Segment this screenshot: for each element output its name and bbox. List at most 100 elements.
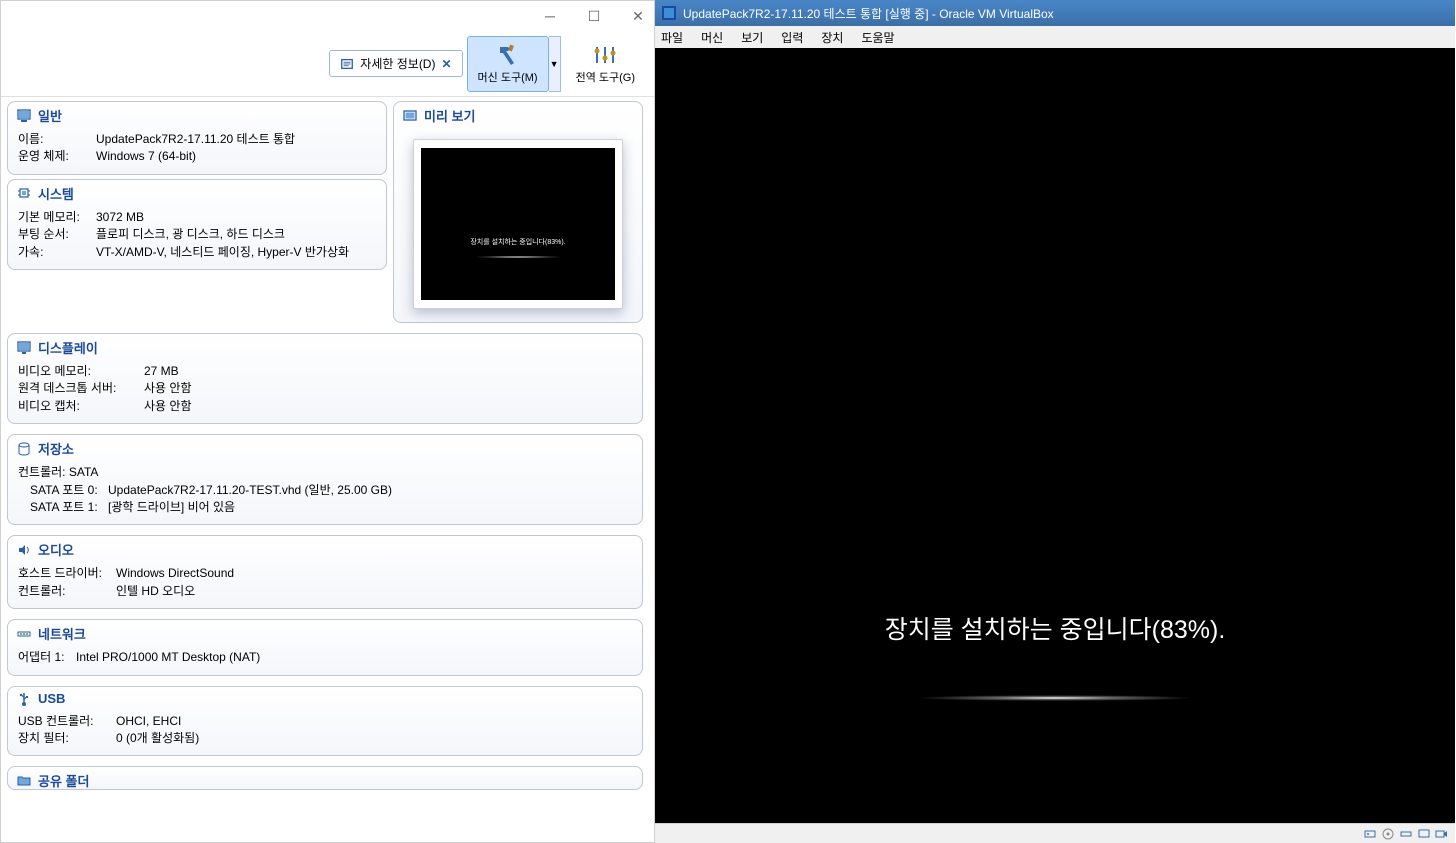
preview-glow: [473, 256, 563, 258]
computer-icon: [16, 108, 32, 124]
section-audio-header[interactable]: 오디오: [8, 536, 642, 563]
global-tools-button[interactable]: 전역 도구(G): [565, 36, 646, 92]
section-storage-header[interactable]: 저장소: [8, 435, 642, 462]
rdp-label: 원격 데스크톱 서버:: [18, 380, 144, 397]
section-usb: USB USB 컨트롤러:OHCI, EHCI 장치 필터:0 (0개 활성화됨…: [7, 686, 643, 757]
status-network-icon[interactable]: [1399, 827, 1413, 841]
boot-label: 부팅 순서:: [18, 226, 96, 243]
usb-filter-label: 장치 필터:: [18, 730, 116, 747]
status-display-icon[interactable]: [1417, 827, 1431, 841]
section-general-header[interactable]: 일반: [8, 102, 386, 129]
global-tools-label: 전역 도구(G): [576, 69, 635, 85]
usb-controller-label: USB 컨트롤러:: [18, 713, 116, 730]
info-icon: [340, 57, 354, 71]
section-preview-header[interactable]: 미리 보기: [394, 102, 642, 129]
vm-screen[interactable]: 장치를 설치하는 중입니다(83%).: [655, 48, 1455, 823]
machine-tools-label: 머신 도구(M): [478, 69, 538, 85]
section-audio-title: 오디오: [38, 540, 74, 559]
storage-controller: 컨트롤러: SATA: [18, 464, 632, 481]
virtualbox-icon: [661, 5, 677, 21]
maximize-button[interactable]: ☐: [586, 8, 602, 24]
detail-info-label: 자세한 정보(D): [360, 55, 435, 72]
folder-icon: [16, 773, 32, 789]
details-content: 일반 이름:UpdatePack7R2-17.11.20 테스트 통합 운영 체…: [1, 97, 654, 798]
capture-label: 비디오 캡처:: [18, 398, 144, 415]
minimize-button[interactable]: ─: [542, 8, 558, 24]
section-network-header[interactable]: 네트워크: [8, 620, 642, 647]
os-value: Windows 7 (64-bit): [96, 148, 196, 165]
vm-menubar: 파일 머신 보기 입력 장치 도움말: [655, 26, 1455, 48]
video-mem-label: 비디오 메모리:: [18, 363, 144, 380]
section-shared-folders: 공유 폴더: [7, 766, 643, 790]
adapter-value: Intel PRO/1000 MT Desktop (NAT): [76, 649, 260, 666]
audio-controller-value: 인텔 HD 오디오: [116, 583, 195, 600]
toolbar: 자세한 정보(D) ✕ 머신 도구(M) ▼ 전역 도구(G): [1, 31, 654, 97]
menu-help[interactable]: 도움말: [861, 29, 894, 46]
status-capture-icon[interactable]: [1435, 827, 1449, 841]
vm-title: UpdatePack7R2-17.11.20 테스트 통합 [실행 중] - O…: [683, 5, 1054, 22]
section-preview-title: 미리 보기: [424, 106, 475, 125]
port1-label: SATA 포트 1:: [30, 499, 108, 516]
boot-value: 플로피 디스크, 광 디스크, 하드 디스크: [96, 226, 285, 243]
audio-controller-label: 컨트롤러:: [18, 583, 116, 600]
usb-filter-value: 0 (0개 활성화됨): [116, 730, 199, 747]
network-icon: [16, 626, 32, 642]
section-network: 네트워크 어댑터 1:Intel PRO/1000 MT Desktop (NA…: [7, 619, 643, 675]
status-optical-icon[interactable]: [1381, 827, 1395, 841]
close-button[interactable]: ✕: [630, 8, 646, 24]
adapter-label: 어댑터 1:: [18, 649, 76, 666]
sliders-icon: [591, 43, 619, 67]
memory-label: 기본 메모리:: [18, 209, 96, 226]
name-label: 이름:: [18, 131, 96, 148]
machine-tools-button[interactable]: 머신 도구(M): [467, 36, 549, 92]
menu-input[interactable]: 입력: [781, 29, 803, 46]
status-hdd-icon[interactable]: [1363, 827, 1377, 841]
section-display-header[interactable]: 디스플레이: [8, 334, 642, 361]
storage-icon: [16, 441, 32, 457]
display-icon: [16, 340, 32, 356]
section-preview: 미리 보기 장치를 설치하는 중입니다(83%).: [393, 101, 643, 323]
machine-tools-dropdown[interactable]: ▼: [549, 36, 561, 92]
usb-controller-value: OHCI, EHCI: [116, 713, 181, 730]
preview-thumbnail[interactable]: 장치를 설치하는 중입니다(83%).: [413, 139, 623, 309]
preview-screen: 장치를 설치하는 중입니다(83%).: [421, 148, 615, 300]
port1-value: [광학 드라이브] 비어 있음: [108, 499, 235, 516]
usb-icon: [16, 691, 32, 707]
preview-icon: [402, 108, 418, 124]
name-value: UpdatePack7R2-17.11.20 테스트 통합: [96, 131, 295, 148]
section-general-title: 일반: [38, 106, 62, 125]
detail-close-icon[interactable]: ✕: [441, 57, 451, 71]
menu-machine[interactable]: 머신: [701, 29, 723, 46]
detail-info-button[interactable]: 자세한 정보(D) ✕: [329, 50, 462, 77]
section-general: 일반 이름:UpdatePack7R2-17.11.20 테스트 통합 운영 체…: [7, 101, 387, 175]
hammer-icon: [494, 43, 522, 67]
memory-value: 3072 MB: [96, 209, 144, 226]
install-progress-text: 장치를 설치하는 중입니다(83%).: [885, 610, 1226, 646]
menu-view[interactable]: 보기: [741, 29, 763, 46]
menu-device[interactable]: 장치: [821, 29, 843, 46]
chip-icon: [16, 185, 32, 201]
section-usb-header[interactable]: USB: [8, 687, 642, 711]
audio-icon: [16, 542, 32, 558]
section-audio: 오디오 호스트 드라이버:Windows DirectSound 컨트롤러:인텔…: [7, 535, 643, 609]
install-glow: [915, 695, 1195, 701]
section-system-header[interactable]: 시스템: [8, 180, 386, 207]
section-system-title: 시스템: [38, 184, 74, 203]
preview-text: 장치를 설치하는 중입니다(83%).: [470, 237, 565, 247]
vm-statusbar: [655, 823, 1455, 843]
machine-tools-group: 머신 도구(M) ▼: [467, 36, 561, 92]
section-display-title: 디스플레이: [38, 338, 98, 357]
os-label: 운영 체제:: [18, 148, 96, 165]
section-display: 디스플레이 비디오 메모리:27 MB 원격 데스크톱 서버:사용 안함 비디오…: [7, 333, 643, 424]
audio-driver-value: Windows DirectSound: [116, 565, 234, 582]
vm-titlebar: UpdatePack7R2-17.11.20 테스트 통합 [실행 중] - O…: [655, 0, 1455, 26]
menu-file[interactable]: 파일: [661, 29, 683, 46]
section-shared-header[interactable]: 공유 폴더: [8, 767, 642, 790]
section-storage: 저장소 컨트롤러: SATA SATA 포트 0:UpdatePack7R2-1…: [7, 434, 643, 525]
titlebar: ─ ☐ ✕: [1, 1, 654, 31]
section-shared-title: 공유 폴더: [38, 771, 89, 790]
port0-value: UpdatePack7R2-17.11.20-TEST.vhd (일반, 25.…: [108, 482, 392, 499]
section-system: 시스템 기본 메모리:3072 MB 부팅 순서:플로피 디스크, 광 디스크,…: [7, 179, 387, 270]
video-mem-value: 27 MB: [144, 363, 179, 380]
section-usb-title: USB: [38, 691, 65, 706]
